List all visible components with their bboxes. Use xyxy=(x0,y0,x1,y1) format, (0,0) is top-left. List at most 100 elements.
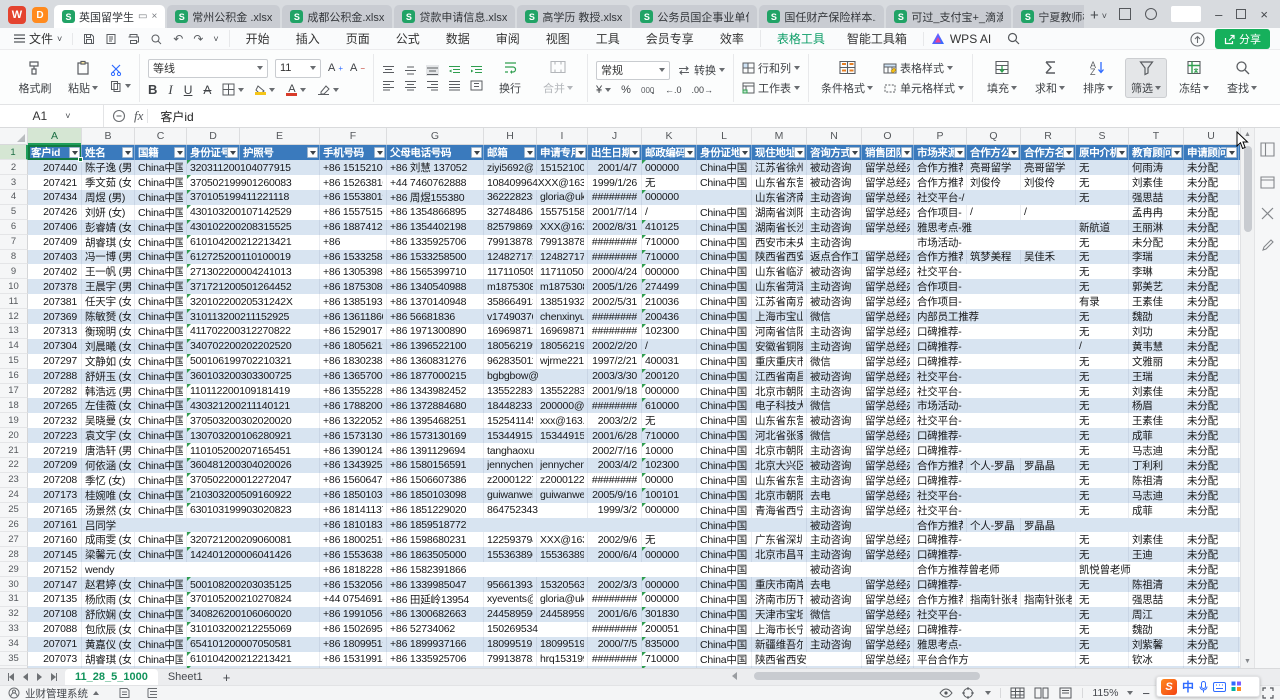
cell[interactable]: 马志迪 xyxy=(1129,488,1184,503)
row-header-24[interactable]: 24 xyxy=(0,488,28,503)
cell[interactable]: 魏劭 xyxy=(1129,309,1184,324)
cell[interactable]: 未分配 xyxy=(1184,220,1239,235)
copy-button[interactable] xyxy=(110,80,131,92)
cell[interactable]: 留学总经办 xyxy=(862,160,914,175)
cell[interactable]: 无 xyxy=(1076,279,1129,294)
cell[interactable]: 被动咨询 xyxy=(807,264,862,279)
cell[interactable]: +86 19910568 xyxy=(320,607,387,622)
cell[interactable]: 韩浩远 (男 xyxy=(82,384,135,399)
cell[interactable]: 王素佳 xyxy=(1129,413,1184,428)
header-cell[interactable]: 合作方公司 xyxy=(967,145,1021,160)
cell[interactable]: 留学总经办 xyxy=(862,398,914,413)
cell[interactable]: 周江 xyxy=(1129,607,1184,622)
sum-button[interactable]: 求和 xyxy=(1029,58,1071,98)
cell[interactable]: 2003/3/30 xyxy=(588,369,642,384)
cell[interactable]: 王迪 xyxy=(1129,547,1184,562)
cell[interactable]: ######## xyxy=(588,324,642,339)
cell[interactable]: 北京市朝阳 xyxy=(752,443,807,458)
selection-fill-handle[interactable] xyxy=(78,157,83,162)
cell[interactable]: 340702200202202520 xyxy=(187,339,240,354)
cell[interactable]: 无 xyxy=(1076,160,1129,175)
cell[interactable]: 黄韦慧 xyxy=(1129,339,1184,354)
filter-dropdown-button[interactable] xyxy=(524,147,535,158)
cell[interactable]: 207304 xyxy=(28,339,82,354)
wps-ai-entry[interactable]: WPS AI xyxy=(923,32,999,46)
cell[interactable]: jennychen7 xyxy=(537,458,588,473)
cell[interactable]: 207161 xyxy=(28,518,82,533)
cell[interactable]: 138519326 xyxy=(537,294,588,309)
cell[interactable]: 亮哥留学 xyxy=(1021,160,1076,175)
cell[interactable]: 主动咨询 xyxy=(807,443,862,458)
cell[interactable]: 冯一博 (男 xyxy=(82,250,135,265)
column-header-J[interactable]: J xyxy=(588,128,642,144)
cell[interactable]: 口碑推荐- xyxy=(914,324,967,339)
cell[interactable]: China中国 xyxy=(135,190,187,205)
cell[interactable]: 北京市朝阳 xyxy=(752,384,807,399)
cell[interactable]: +86 15152100 xyxy=(320,160,387,175)
cell[interactable]: 未分配 xyxy=(1184,250,1239,265)
row-header-2[interactable]: 2 xyxy=(0,160,28,175)
cell[interactable]: bgbgbow@ xyxy=(484,369,537,384)
cell[interactable]: 207145 xyxy=(28,547,82,562)
menu-item-插入[interactable]: 插入 xyxy=(296,30,320,47)
cell[interactable]: China中国 xyxy=(697,339,752,354)
filter-dropdown-button[interactable] xyxy=(471,147,482,158)
cell[interactable]: 301830 xyxy=(642,607,697,622)
scroll-down-icon[interactable]: ▼ xyxy=(1244,658,1251,665)
cell[interactable]: 魏劭 xyxy=(1129,622,1184,637)
header-cell[interactable]: 手机号码 xyxy=(320,145,387,160)
cell[interactable]: 370105199411221118 xyxy=(187,190,240,205)
cell[interactable]: China中国 xyxy=(135,354,187,369)
cell[interactable]: ######## xyxy=(588,309,642,324)
bold-button[interactable]: B xyxy=(148,82,157,97)
cell[interactable]: 社交平台- xyxy=(914,384,967,399)
column-header-S[interactable]: S xyxy=(1076,128,1129,144)
cell[interactable]: 上海市宝山 xyxy=(752,309,807,324)
sheet-tab-11_28_5_1000[interactable]: 11_28_5_1000 xyxy=(65,669,158,686)
row-header-35[interactable]: 35 xyxy=(0,652,28,667)
cell[interactable]: ######## xyxy=(588,473,642,488)
new-tab-button[interactable]: + xyxy=(1090,7,1099,24)
cell[interactable]: 400031 xyxy=(642,354,697,369)
menu-item-会员专享[interactable]: 会员专享 xyxy=(646,30,694,47)
cell[interactable]: +86 1971300890 xyxy=(387,324,484,339)
menu-item-审阅[interactable]: 审阅 xyxy=(496,30,520,47)
header-cell[interactable]: 父母电话号码 xyxy=(387,145,484,160)
cell[interactable]: 207209 xyxy=(28,458,82,473)
cell[interactable]: 2002/9/6 xyxy=(588,532,642,547)
paste-button[interactable]: 粘贴 xyxy=(62,58,104,98)
cell[interactable]: 微信 xyxy=(807,309,862,324)
cell[interactable]: +44 7460762888 xyxy=(387,175,484,190)
column-header-U[interactable]: U xyxy=(1184,128,1239,144)
cell[interactable]: 1999/3/2 xyxy=(588,503,642,518)
filter-dropdown-button[interactable] xyxy=(684,147,695,158)
cell[interactable]: 陈子逸 (男 xyxy=(82,160,135,175)
cell[interactable]: m1875308 xyxy=(484,279,537,294)
cell[interactable]: 102300 xyxy=(642,458,697,473)
cell[interactable]: China中国 xyxy=(697,532,752,547)
row-header-26[interactable]: 26 xyxy=(0,518,28,533)
cell[interactable]: 季文茹 (女 xyxy=(82,175,135,190)
insert-function-icon[interactable]: fx xyxy=(134,108,143,124)
align-right-icon[interactable] xyxy=(426,80,439,91)
cell[interactable]: 河南省信阳 xyxy=(752,324,807,339)
cell[interactable]: 310113200211152925 xyxy=(187,309,240,324)
cell[interactable]: 合作方推荐曾老师 xyxy=(914,562,967,577)
cell[interactable]: 安徽省铜陵 xyxy=(752,339,807,354)
row-header-29[interactable]: 29 xyxy=(0,562,28,577)
row-header-16[interactable]: 16 xyxy=(0,369,28,384)
cell[interactable]: 108409964XXX@163. xyxy=(484,175,537,190)
cell[interactable]: China中国 xyxy=(135,413,187,428)
cell[interactable]: 未分配 xyxy=(1184,235,1239,250)
cell[interactable]: 陕西省西安 xyxy=(752,652,807,667)
cell[interactable]: 207440 xyxy=(28,160,82,175)
cell[interactable]: 主动咨询 xyxy=(807,324,862,339)
cell[interactable]: +86 1370140948 xyxy=(387,294,484,309)
cell[interactable]: guiwanwei xyxy=(537,488,588,503)
cell[interactable]: 留学总经办 xyxy=(862,652,914,667)
menu-item-工具[interactable]: 工具 xyxy=(596,30,620,47)
cell[interactable]: +86 15320563 xyxy=(320,577,387,592)
cell[interactable]: 未分配 xyxy=(1184,279,1239,294)
cell[interactable]: 杨欣雨 (女 xyxy=(82,592,135,607)
cell[interactable]: +86 18302388 xyxy=(320,354,387,369)
